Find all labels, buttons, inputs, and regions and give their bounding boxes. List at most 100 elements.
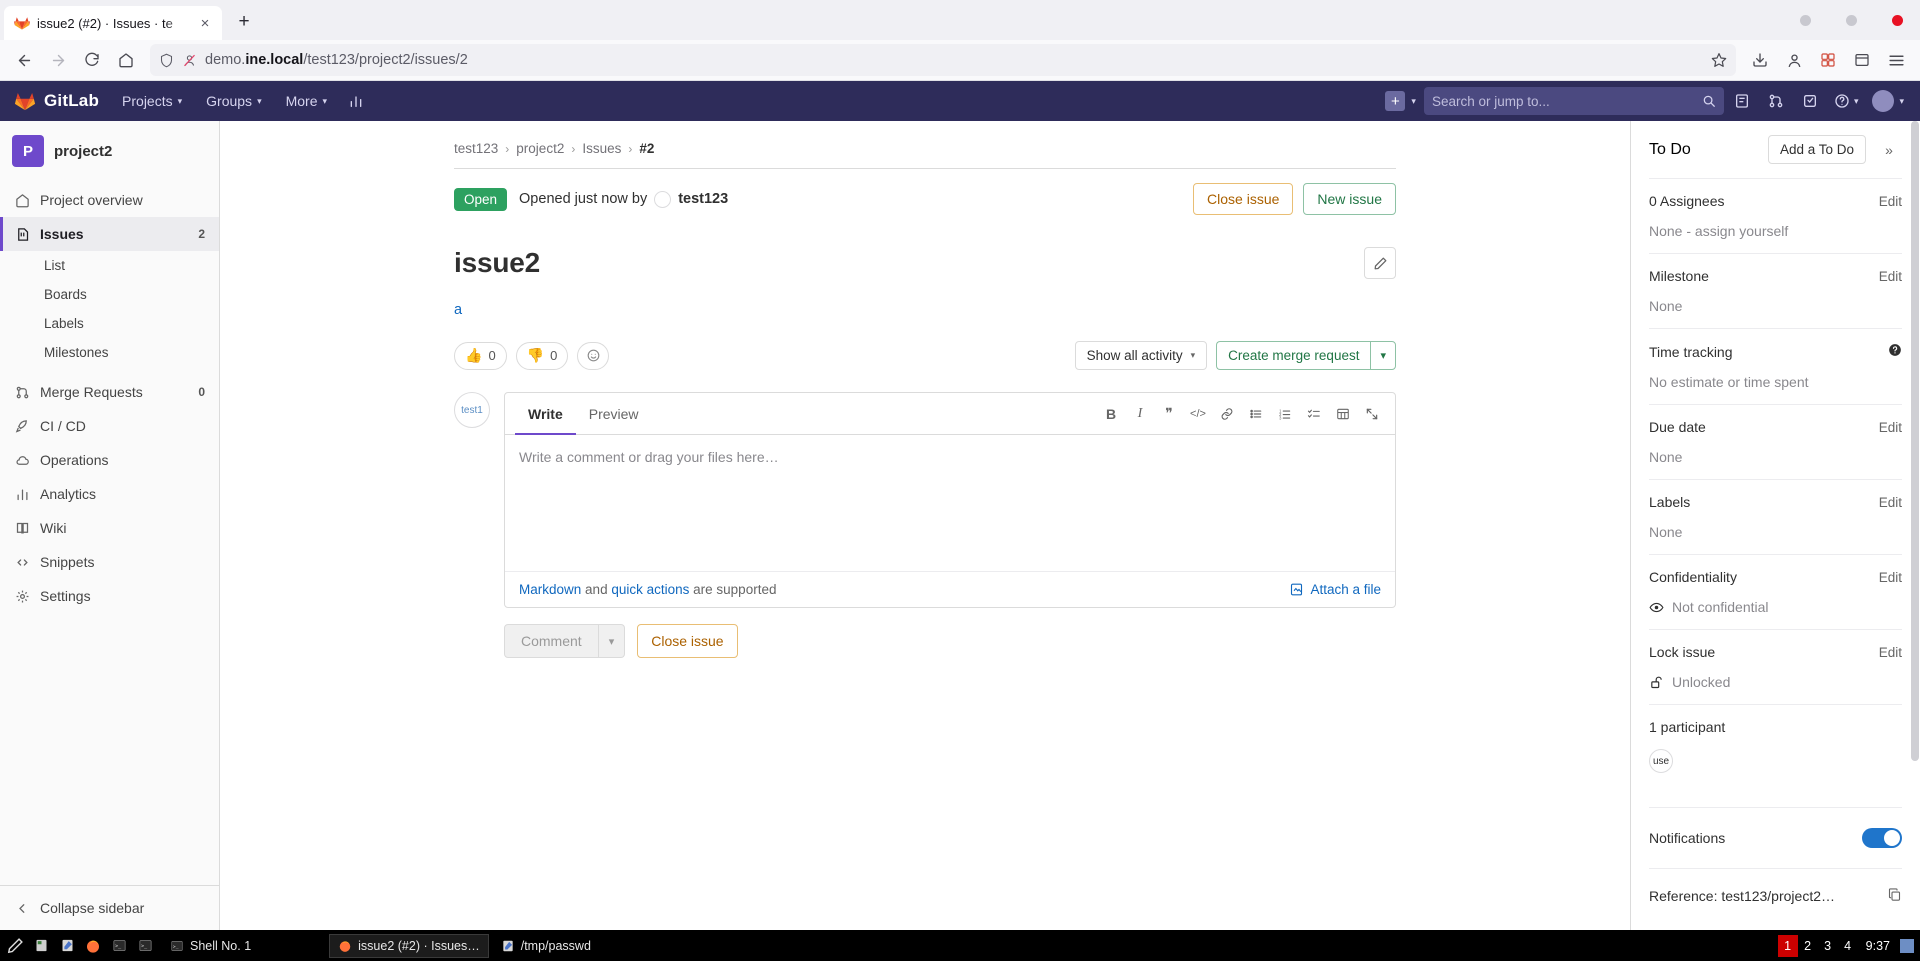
browser-tab[interactable]: issue2 (#2) · Issues · te ×	[4, 6, 222, 40]
bookmark-star-icon[interactable]	[1711, 52, 1727, 68]
reaction-thumbsdown[interactable]: 👎 0	[515, 341, 569, 370]
new-tab-button[interactable]: +	[228, 6, 260, 38]
sidebar-item-ci-cd[interactable]: CI / CD	[0, 409, 219, 443]
todos-icon[interactable]	[1794, 85, 1826, 117]
gitlab-logo[interactable]: GitLab	[10, 90, 109, 112]
firefox-icon[interactable]	[80, 930, 106, 961]
chart-icon[interactable]	[340, 85, 372, 117]
tab-preview[interactable]: Preview	[576, 393, 652, 435]
sidebar-subitem-milestones[interactable]: Milestones	[0, 338, 219, 367]
files-icon[interactable]	[28, 930, 54, 961]
search-input[interactable]	[1431, 93, 1696, 109]
search-box[interactable]	[1423, 87, 1724, 115]
nav-more[interactable]: More ▾	[275, 85, 338, 117]
fullscreen-icon[interactable]	[1359, 401, 1385, 427]
sidebar-project-header[interactable]: P project2	[0, 121, 219, 181]
desktop-4[interactable]: 4	[1838, 935, 1858, 957]
merge-requests-icon[interactable]	[1760, 85, 1792, 117]
download-icon[interactable]	[1744, 44, 1776, 76]
help-icon[interactable]: ▾	[1828, 85, 1865, 117]
pencil-icon[interactable]	[2, 930, 28, 961]
copy-icon[interactable]	[1887, 887, 1902, 905]
terminal-icon[interactable]: >_	[106, 930, 132, 961]
maximize-button[interactable]	[1828, 4, 1874, 36]
close-issue-button-top[interactable]: Close issue	[1193, 183, 1294, 215]
confidentiality-edit-link[interactable]: Edit	[1879, 570, 1902, 585]
link-icon[interactable]	[1214, 401, 1240, 427]
comment-button[interactable]: Comment	[504, 624, 599, 658]
sidebar-subitem-labels[interactable]: Labels	[0, 309, 219, 338]
attach-file-button[interactable]: Attach a file	[1289, 582, 1381, 597]
sidebar-item-operations[interactable]: Operations	[0, 443, 219, 477]
extension-icon[interactable]	[1812, 44, 1844, 76]
sidebar-item-project-overview[interactable]: Project overview	[0, 183, 219, 217]
issue-description-link[interactable]: a	[454, 302, 462, 318]
hamburger-menu-icon[interactable]	[1880, 44, 1912, 76]
reload-icon[interactable]	[76, 44, 108, 76]
chevrons-right-icon[interactable]: »	[1876, 137, 1902, 163]
add-todo-button[interactable]: Add a To Do	[1767, 135, 1866, 164]
sidebar-item-issues[interactable]: Issues 2	[0, 217, 219, 251]
tab-write[interactable]: Write	[515, 393, 576, 435]
lock-issue-edit-link[interactable]: Edit	[1879, 645, 1902, 660]
code-icon[interactable]: </>	[1185, 401, 1211, 427]
due-date-edit-link[interactable]: Edit	[1879, 420, 1902, 435]
participant-avatar[interactable]: use	[1649, 749, 1673, 773]
notifications-toggle[interactable]	[1862, 828, 1902, 848]
markdown-link[interactable]: Markdown	[519, 582, 581, 597]
account-icon[interactable]	[1778, 44, 1810, 76]
activity-filter-dropdown[interactable]: Show all activity ▾	[1074, 341, 1208, 370]
sidebar-item-snippets[interactable]: Snippets	[0, 545, 219, 579]
sidebar-subitem-list[interactable]: List	[0, 251, 219, 280]
table-icon[interactable]	[1330, 401, 1356, 427]
bold-icon[interactable]: B	[1098, 401, 1124, 427]
milestone-edit-link[interactable]: Edit	[1879, 269, 1902, 284]
issues-icon[interactable]	[1726, 85, 1758, 117]
taskbar-item-shell[interactable]: >_ Shell No. 1	[162, 934, 259, 958]
italic-icon[interactable]: I	[1127, 401, 1153, 427]
labels-edit-link[interactable]: Edit	[1879, 495, 1902, 510]
url-bar[interactable]: demo.ine.local/test123/project2/issues/2	[150, 44, 1736, 76]
assignees-value[interactable]: None - assign yourself	[1649, 223, 1902, 253]
taskbar-item-firefox[interactable]: issue2 (#2) · Issues…	[329, 933, 489, 958]
edit-issue-button[interactable]	[1364, 247, 1396, 279]
sidebar-subitem-boards[interactable]: Boards	[0, 280, 219, 309]
editor-icon[interactable]	[54, 930, 80, 961]
collapse-sidebar-button[interactable]: Collapse sidebar	[0, 885, 219, 930]
close-issue-button-bottom[interactable]: Close issue	[637, 624, 738, 658]
sidebar-scrollbar[interactable]	[1911, 121, 1919, 761]
back-arrow-icon[interactable]	[8, 44, 40, 76]
sidebar-item-analytics[interactable]: Analytics	[0, 477, 219, 511]
sidebar-item-merge-requests[interactable]: Merge Requests 0	[0, 375, 219, 409]
library-icon[interactable]	[1846, 44, 1878, 76]
comment-dropdown-caret[interactable]: ▾	[598, 624, 626, 658]
taskbar-item-passwd[interactable]: /tmp/passwd	[493, 934, 599, 958]
comment-textarea[interactable]: Write a comment or drag your files here…	[505, 435, 1395, 571]
sidebar-item-settings[interactable]: Settings	[0, 579, 219, 613]
numbered-list-icon[interactable]: 123	[1272, 401, 1298, 427]
desktop-3[interactable]: 3	[1818, 935, 1838, 957]
reaction-thumbsup[interactable]: 👍 0	[454, 341, 507, 370]
bullet-list-icon[interactable]	[1243, 401, 1269, 427]
add-reaction-button[interactable]	[577, 341, 610, 370]
user-avatar-menu[interactable]: ▾	[1866, 85, 1910, 117]
breadcrumb-test123[interactable]: test123	[454, 141, 498, 156]
new-issue-button[interactable]: New issue	[1303, 183, 1396, 215]
terminal2-icon[interactable]: >_	[132, 930, 158, 961]
quote-icon[interactable]: ❞	[1156, 401, 1182, 427]
nav-groups[interactable]: Groups ▾	[195, 85, 272, 117]
breadcrumb-issues[interactable]: Issues	[582, 141, 621, 156]
tray-icon[interactable]	[1900, 938, 1914, 953]
tab-close-icon[interactable]: ×	[196, 14, 214, 32]
nav-projects[interactable]: Projects ▾	[111, 85, 193, 117]
quick-actions-link[interactable]: quick actions	[611, 582, 689, 597]
task-list-icon[interactable]	[1301, 401, 1327, 427]
create-merge-request-caret[interactable]: ▾	[1370, 341, 1396, 370]
assignees-edit-link[interactable]: Edit	[1879, 194, 1902, 209]
sidebar-item-wiki[interactable]: Wiki	[0, 511, 219, 545]
home-icon[interactable]	[110, 44, 142, 76]
close-window-button[interactable]	[1874, 4, 1920, 36]
desktop-1[interactable]: 1	[1777, 934, 1798, 957]
create-merge-request-button[interactable]: Create merge request	[1216, 341, 1371, 370]
question-circle-icon[interactable]	[1888, 343, 1902, 360]
